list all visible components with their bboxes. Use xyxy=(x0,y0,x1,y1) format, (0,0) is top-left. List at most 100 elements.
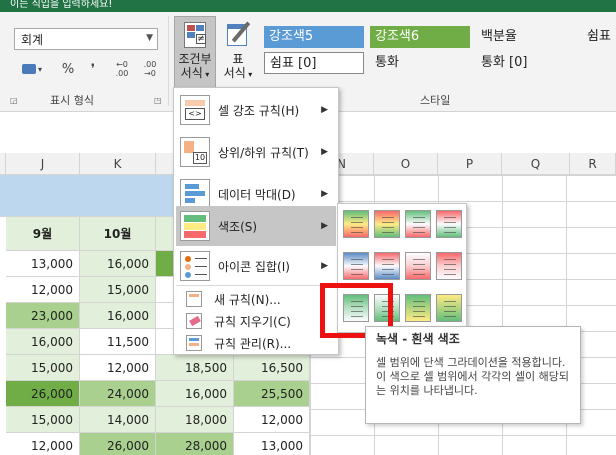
color-scales-icon xyxy=(180,211,210,241)
format-as-table-icon xyxy=(225,20,251,50)
color-scale-red-white-green-icon[interactable] xyxy=(436,210,462,238)
table-cell[interactable]: 15,000 xyxy=(80,277,156,303)
currency-icon xyxy=(21,64,36,74)
table-cell[interactable]: 16,000 xyxy=(156,381,234,407)
table-cell[interactable]: 15,000 xyxy=(6,407,80,433)
menu-item-top-bottom[interactable]: 10 상위/하위 규칙(T) ▶ xyxy=(176,132,336,172)
table-cell[interactable]: 16,000 xyxy=(80,251,156,277)
column-header-p[interactable]: P xyxy=(438,153,502,175)
percent-style-button[interactable]: % xyxy=(58,58,78,80)
table-cell[interactable]: 25,500 xyxy=(234,381,310,407)
format-as-table-line2: 서식 ▾ xyxy=(223,66,253,80)
color-scale-blue-white-red-icon[interactable] xyxy=(343,252,369,280)
highlight-cells-rules-icon: <> xyxy=(180,95,210,125)
color-scale-green-white-red-icon[interactable] xyxy=(405,210,431,238)
table-cell[interactable]: 16,000 xyxy=(80,303,156,329)
table-cell[interactable]: 28,000 xyxy=(156,433,234,455)
header-cell-oct[interactable]: 10월 xyxy=(80,217,156,251)
style-currency0[interactable]: 통화 [0] xyxy=(476,52,576,74)
chevron-right-icon: ▶ xyxy=(321,221,328,231)
menu-item-color-scales[interactable]: 색조(S) ▶ xyxy=(176,206,336,246)
number-dialog-launcher-icon[interactable]: ◳ xyxy=(154,96,162,105)
header-cell-sep[interactable]: 9월 xyxy=(6,217,80,251)
title-bar: 이는 식입을 입력하세요! xyxy=(0,0,616,12)
comma-label: ❜ xyxy=(90,61,96,77)
table-cell[interactable]: 14,000 xyxy=(80,407,156,433)
dialog-launcher-icon[interactable]: ◲ xyxy=(10,96,18,105)
table-cell[interactable]: 24,000 xyxy=(80,381,156,407)
conditional-format-icon: ≠ xyxy=(182,20,208,50)
number-format-select[interactable]: 회계 ▼ xyxy=(14,28,158,50)
table-cell[interactable]: 12,000 xyxy=(234,407,310,433)
table-cell[interactable]: 12,000 xyxy=(80,355,156,381)
clear-rules-icon xyxy=(186,313,202,329)
menu-item-highlight-cells[interactable]: <> 셀 강조 규칙(H) ▶ xyxy=(176,90,336,130)
table-cell[interactable]: 16,000 xyxy=(6,329,80,355)
table-cell[interactable]: 12,000 xyxy=(6,277,80,303)
table-cell[interactable]: 12,000 xyxy=(6,433,80,455)
increase-decimal-button[interactable]: ←0 .00 xyxy=(110,58,134,80)
conditional-format-menu: <> 셀 강조 규칙(H) ▶ 10 상위/하위 규칙(T) ▶ 데이터 막대(… xyxy=(173,87,339,355)
menu-item-clear-rules[interactable]: 규칙 지우기(C) xyxy=(176,310,336,332)
styles-group-label: 스타일 xyxy=(420,94,451,107)
conditional-format-line1: 조건부 xyxy=(178,52,212,66)
conditional-format-line2: 서식 ▾ xyxy=(180,66,210,80)
table-cell[interactable]: 23,000 xyxy=(6,303,80,329)
group-divider xyxy=(168,16,169,106)
column-header-q[interactable]: Q xyxy=(502,153,570,175)
color-scale-red-white-blue-icon[interactable] xyxy=(374,252,400,280)
menu-item-label: 규칙 관리(R)... xyxy=(214,336,292,351)
table-cell[interactable]: 18,500 xyxy=(156,355,234,381)
top-bottom-rules-icon: 10 xyxy=(180,137,210,167)
comma-style-button[interactable]: ❜ xyxy=(84,58,102,80)
menu-item-label: 상위/하위 규칙(T) xyxy=(218,145,309,160)
style-accent5[interactable]: 강조색5 xyxy=(264,26,364,48)
data-bars-icon xyxy=(180,179,210,209)
number-format-value: 회계 xyxy=(21,33,44,47)
style-percent[interactable]: 백분율 xyxy=(476,26,576,48)
menu-separator xyxy=(176,285,336,286)
style-comma[interactable]: 쉼표 xyxy=(582,26,616,48)
menu-item-label: 색조(S) xyxy=(218,219,258,234)
column-header-j[interactable]: J xyxy=(6,153,80,175)
decrease-decimal-button[interactable]: .00 →0 xyxy=(138,58,162,80)
table-cell[interactable]: 13,000 xyxy=(234,433,310,455)
table-cell[interactable]: 18,000 xyxy=(156,407,234,433)
style-comma0[interactable]: 쉼표 [0] xyxy=(264,52,364,74)
column-header-o[interactable]: O xyxy=(374,153,438,175)
currency-format-button[interactable]: ▾ xyxy=(18,58,46,80)
decrease-decimal-label: .00 →0 xyxy=(143,60,157,78)
color-scale-white-red-icon[interactable] xyxy=(405,252,431,280)
column-header-k[interactable]: K xyxy=(80,153,156,175)
table-cell[interactable]: 16,500 xyxy=(234,355,310,381)
title-bar-text: 이는 식입을 입력하세요! xyxy=(10,0,113,10)
table-cell[interactable]: 26,000 xyxy=(6,381,80,407)
table-cell[interactable]: 11,500 xyxy=(80,329,156,355)
style-currency[interactable]: 통화 xyxy=(370,52,470,74)
menu-item-new-rule[interactable]: 새 규칙(N)... xyxy=(176,288,336,310)
color-scale-yellow-green-icon[interactable] xyxy=(436,294,462,322)
menu-item-icon-sets[interactable]: 아이콘 집합(I) ▶ xyxy=(176,246,336,286)
menu-item-label: 셀 강조 규칙(H) xyxy=(218,103,300,118)
table-cell[interactable]: 26,000 xyxy=(80,433,156,455)
menu-item-manage-rules[interactable]: 규칙 관리(R)... xyxy=(176,332,336,354)
chevron-down-icon[interactable]: ▼ xyxy=(146,33,153,43)
tooltip: 녹색 - 흰색 색조 셀 범위에 단색 그라데이션을 적용합니다. 이 색으로 … xyxy=(365,326,581,424)
increase-decimal-label: ←0 .00 xyxy=(115,60,129,78)
color-scale-green-yellow-red-icon[interactable] xyxy=(343,210,369,238)
table-cell[interactable]: 15,000 xyxy=(6,355,80,381)
column-header-r[interactable]: R xyxy=(570,153,616,175)
color-scale-red-yellow-green-icon[interactable] xyxy=(374,210,400,238)
table-cell[interactable]: 13,000 xyxy=(6,251,80,277)
conditional-format-button[interactable]: ≠ 조건부 서식 ▾ xyxy=(174,16,216,92)
format-as-table-line1: 표 xyxy=(232,52,244,66)
tooltip-body: 셀 범위에 단색 그라데이션을 적용합니다. 이 색으로 셀 범위에서 각각의 … xyxy=(376,356,570,397)
format-as-table-button[interactable]: 표 서식 ▾ xyxy=(218,16,258,92)
style-accent6[interactable]: 강조색6 xyxy=(370,26,470,48)
color-scale-red-white-icon[interactable] xyxy=(436,252,462,280)
color-scale-green-yellow-icon[interactable] xyxy=(405,294,431,322)
menu-item-label: 규칙 지우기(C) xyxy=(214,314,291,329)
new-rule-icon xyxy=(186,291,202,307)
number-group-label: 표시 형식 xyxy=(50,94,94,107)
percent-label: % xyxy=(61,61,75,77)
